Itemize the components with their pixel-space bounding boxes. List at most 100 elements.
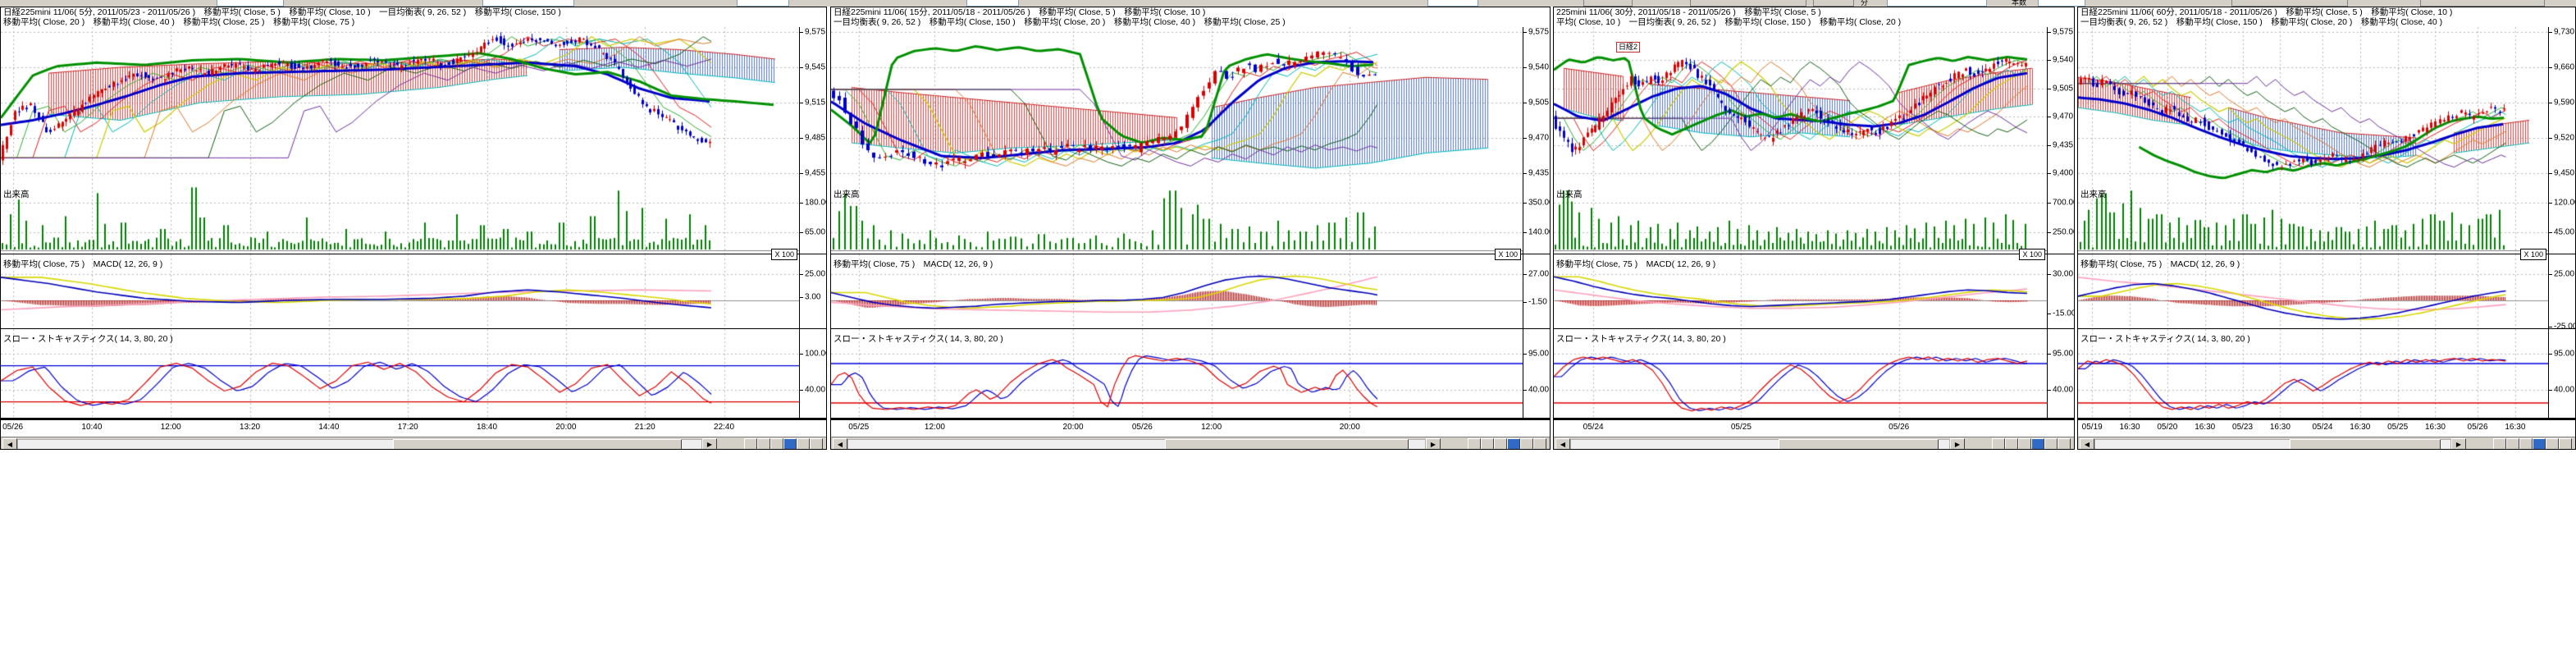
price-chart-canvas[interactable] xyxy=(831,27,1523,254)
toolbar-button[interactable] xyxy=(1690,0,1806,7)
window-mini-button[interactable] xyxy=(2493,438,2506,450)
window-mini-button[interactable] xyxy=(1494,438,1507,450)
time-tick-label: 14:40 xyxy=(318,423,339,432)
toolbar-combo[interactable] xyxy=(737,0,789,7)
scrollbar-thumb[interactable] xyxy=(393,439,682,450)
scroll-right-button[interactable]: ▶ xyxy=(2451,438,2466,450)
window-mini-button[interactable] xyxy=(2018,438,2031,450)
axis-tick xyxy=(800,32,803,33)
price-tick-label: 9,575 xyxy=(1528,28,1549,37)
window-mini-button[interactable] xyxy=(2546,438,2559,450)
time-axis: 05/2405/2505/26 xyxy=(1554,419,2075,437)
window-mini-button[interactable] xyxy=(783,438,797,450)
toolbar-button[interactable] xyxy=(2420,0,2545,7)
toolbar-button[interactable] xyxy=(1813,0,1854,7)
window-mini-button[interactable] xyxy=(757,438,770,450)
price-tick-label: 9,450 xyxy=(2554,169,2574,178)
window-mini-button[interactable] xyxy=(1533,438,1546,450)
price-tick-label: 9,435 xyxy=(2053,141,2073,150)
scroll-right-button[interactable]: ▶ xyxy=(702,438,717,450)
time-tick-label: 05/25 xyxy=(2387,423,2408,432)
axis-tick xyxy=(2048,354,2051,355)
volume-tick-label: 250.00 xyxy=(2053,228,2075,237)
time-tick-label: 05/25 xyxy=(1731,423,1752,432)
window-mini-button[interactable] xyxy=(2506,438,2519,450)
window-mini-button[interactable] xyxy=(744,438,757,450)
scrollbar-thumb[interactable] xyxy=(1165,439,1409,450)
price-chart-canvas[interactable] xyxy=(1554,27,2047,254)
macd-header: 移動平均( Close, 75 ) MACD( 12, 26, 9 ) xyxy=(2080,258,2240,270)
time-tick-label: 16:30 xyxy=(2120,423,2140,432)
window-mini-button[interactable] xyxy=(2519,438,2533,450)
price-volume-section: 出来高X 1009,5759,5459,5159,4859,455180.006… xyxy=(1,27,826,254)
macd-tick-label: -1.50 xyxy=(1528,298,1547,307)
price-chart-canvas[interactable] xyxy=(1,27,799,254)
volume-label: 出来高 xyxy=(3,188,30,200)
scrollbar-thumb[interactable] xyxy=(2290,439,2441,450)
stoch-tick-label: 95.00 xyxy=(2554,350,2574,359)
toolbar-combo[interactable] xyxy=(966,0,1019,7)
macd-tick-label: 25.00 xyxy=(2554,270,2574,279)
toolbar-combo[interactable] xyxy=(482,0,574,7)
time-axis: 05/2610:4012:0013:2014:4017:2018:4020:00… xyxy=(1,419,827,437)
window-mini-button[interactable] xyxy=(2533,438,2546,450)
window-mini-button[interactable] xyxy=(1468,438,1481,450)
axis-tick xyxy=(1523,390,1527,391)
stochastics-section: スロー・ストキャスティクス( 14, 3, 80, 20 )95.0040.00 xyxy=(1554,329,2074,419)
stochastics-section: スロー・ストキャスティクス( 14, 3, 80, 20 )95.0040.00 xyxy=(831,329,1550,419)
window-mini-button[interactable] xyxy=(770,438,783,450)
window-mini-button[interactable] xyxy=(797,438,810,450)
toolbar-combo[interactable] xyxy=(217,0,284,7)
macd-section: 移動平均( Close, 75 ) MACD( 12, 26, 9 )27.00… xyxy=(831,254,1550,329)
volume-tick-label: 140.00 xyxy=(1528,228,1551,237)
macd-plot-area: 移動平均( Close, 75 ) MACD( 12, 26, 9 ) xyxy=(1,254,799,328)
window-mini-button[interactable] xyxy=(2005,438,2018,450)
window-mini-button[interactable] xyxy=(810,438,823,450)
scrollbar-thumb[interactable] xyxy=(1779,439,1939,450)
axis-tick xyxy=(800,390,803,391)
time-tick-label: 05/26 xyxy=(1132,423,1153,432)
price-tick-label: 9,660 xyxy=(2554,63,2574,72)
price-tick-label: 9,730 xyxy=(2554,28,2574,37)
macd-axis: 25.00-25.00 xyxy=(2548,254,2575,328)
volume-tick-label: 700.00 xyxy=(2053,199,2075,208)
window-mini-button[interactable] xyxy=(1520,438,1533,450)
price-tick-label: 9,470 xyxy=(2053,112,2073,121)
window-mini-button[interactable] xyxy=(1507,438,1520,450)
window-mini-button[interactable] xyxy=(2031,438,2044,450)
price-chart-canvas[interactable] xyxy=(2078,27,2548,254)
scroll-right-button[interactable]: ▶ xyxy=(1426,438,1441,450)
floating-mini-legend: 日経2 xyxy=(1616,42,1640,53)
chart-title-line2: 移動平均( Close, 20 ) 移動平均( Close, 40 ) 移動平均… xyxy=(3,17,826,27)
scroll-left-button[interactable]: ◀ xyxy=(2,438,17,450)
price-plot-area: 出来高X 100 xyxy=(1,27,799,254)
toolbar-button[interactable] xyxy=(1583,0,1633,7)
window-mini-button[interactable] xyxy=(1481,438,1494,450)
macd-tick-label: 25.00 xyxy=(805,270,825,279)
axis-tick xyxy=(1523,173,1527,174)
stoch-tick-label: 40.00 xyxy=(2554,386,2574,395)
stoch-tick-label: 40.00 xyxy=(1528,386,1549,395)
scroll-left-button[interactable]: ◀ xyxy=(2080,438,2094,450)
chart-title-line2: 平均( Close, 10 ) 一目均衡表( 9, 26, 52 ) 移動平均(… xyxy=(1556,17,2074,27)
scroll-right-button[interactable]: ▶ xyxy=(1950,438,1965,450)
window-mini-button[interactable] xyxy=(1992,438,2005,450)
toolbar-combo[interactable] xyxy=(1427,0,1478,7)
toolbar-button[interactable] xyxy=(2231,0,2348,7)
axis-tick xyxy=(1523,138,1527,139)
macd-header: 移動平均( Close, 75 ) MACD( 12, 26, 9 ) xyxy=(1556,258,1715,270)
window-mini-button[interactable] xyxy=(2559,438,2572,450)
scroll-left-button[interactable]: ◀ xyxy=(833,438,847,450)
toolbar-input[interactable] xyxy=(2038,0,2085,7)
toolbar-input[interactable] xyxy=(1887,0,1987,7)
scroll-left-button[interactable]: ◀ xyxy=(1555,438,1570,450)
window-mini-button[interactable] xyxy=(2044,438,2058,450)
volume-label: 出来高 xyxy=(834,188,860,200)
stoch-axis: 100.0040.00 xyxy=(799,329,826,418)
chart-header: 225mini 11/06( 30分, 2011/05/18 - 2011/05… xyxy=(1554,7,2074,27)
axis-tick xyxy=(2549,354,2552,355)
window-mini-button[interactable] xyxy=(2058,438,2071,450)
price-tick-label: 9,520 xyxy=(2554,134,2574,143)
axis-tick xyxy=(2048,60,2051,61)
chart-header: 日経225mini 11/06( 60分, 2011/05/18 - 2011/… xyxy=(2078,7,2575,27)
